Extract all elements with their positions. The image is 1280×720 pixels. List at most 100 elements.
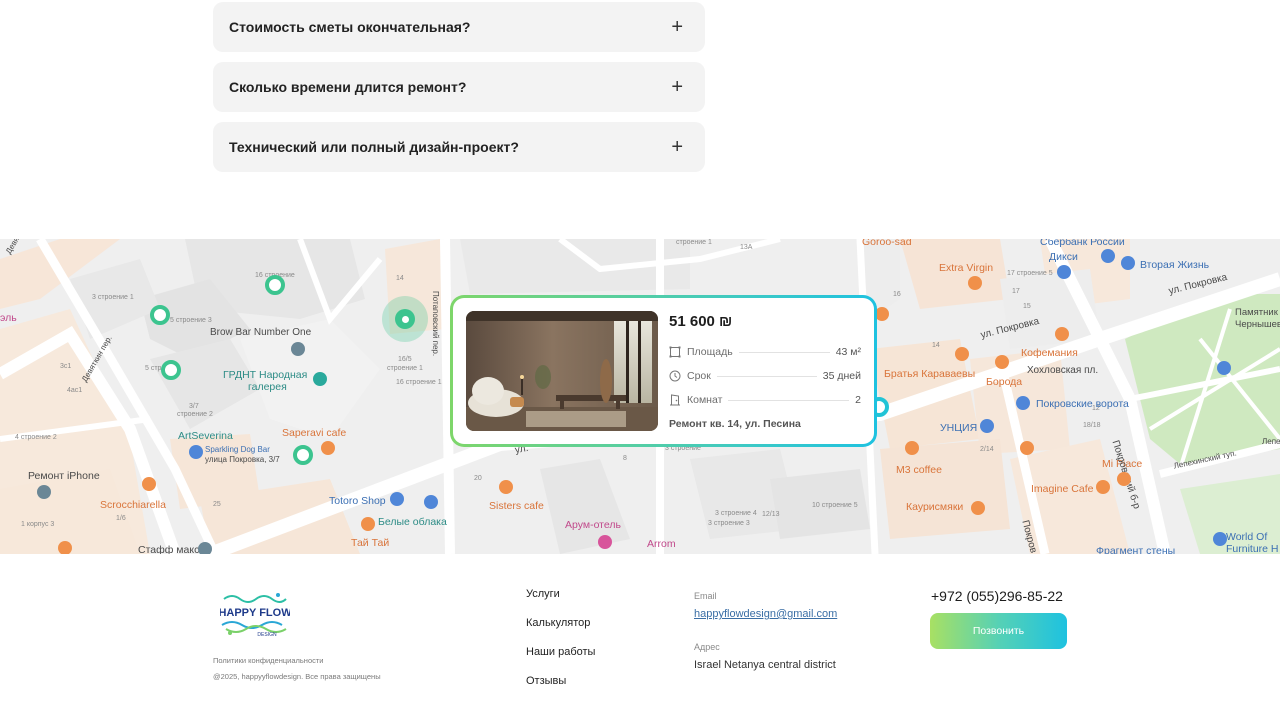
footer-nav: Услуги Калькулятор Наши работы Отзывы [526, 588, 595, 704]
map-building-number: 10 строение 5 [812, 502, 858, 509]
restaurant-icon[interactable] [995, 355, 1009, 369]
shop-icon[interactable] [198, 542, 212, 554]
interior-photo-illustration [466, 311, 658, 431]
gallery-icon[interactable] [313, 372, 327, 386]
listing-marker[interactable] [293, 445, 313, 465]
property-spec-row: Площадь 43 м² [669, 340, 861, 364]
restaurant-icon[interactable] [1020, 441, 1034, 455]
map-building-number: 3 строение 4 [715, 510, 757, 517]
map-building-number: 16/5 [398, 356, 412, 363]
map-building-number: 15 [1023, 303, 1031, 310]
spec-divider [738, 351, 830, 353]
restaurant-icon[interactable] [142, 477, 156, 491]
map-building-number: 13А [740, 244, 753, 251]
map-place-label: Братья Караваевы [884, 368, 976, 380]
spec-value: 43 м² [835, 346, 861, 358]
map-place-label: Furniture H [1226, 543, 1279, 554]
hotel-icon[interactable] [598, 535, 612, 549]
phone-link[interactable]: +972 (055)296-85-22 [931, 588, 1063, 604]
logo-subtext: DESIGN [257, 632, 277, 638]
footer-nav-link-reviews[interactable]: Отзывы [526, 675, 595, 704]
map-building-number: 17 [1012, 288, 1020, 295]
shop-icon[interactable] [1213, 532, 1227, 546]
map-place-label: Фрагмент стены [1096, 545, 1176, 554]
shop-icon[interactable] [980, 419, 994, 433]
property-card-content: 51 600 ₪ Площадь 43 м² Срок 35 дней Комн… [453, 298, 874, 444]
map-pin-icon[interactable] [189, 445, 203, 459]
happy-flow-logo[interactable]: HAPPY FLOW DESIGN [218, 589, 292, 639]
map-place-label: Арум-отель [565, 519, 621, 531]
map-place-label: Сбербанк России [1040, 239, 1125, 248]
map-place-label: Imagine Cafe [1031, 483, 1094, 495]
plus-icon[interactable]: + [671, 137, 683, 157]
restaurant-icon[interactable] [58, 541, 72, 554]
map-building-number: 1 корпус 3 [21, 521, 55, 528]
map-place-label: Goroo-sad [862, 239, 912, 248]
property-card[interactable]: 51 600 ₪ Площадь 43 м² Срок 35 дней Комн… [450, 295, 877, 447]
restaurant-icon[interactable] [875, 307, 889, 321]
plus-icon[interactable]: + [671, 77, 683, 97]
call-button[interactable]: Позвонить [930, 613, 1067, 649]
map-place-label: Sparkling Dog Bar [205, 445, 270, 454]
map-place-label: Extra Virgin [939, 262, 994, 274]
cafe-icon[interactable] [955, 347, 969, 361]
listing-marker[interactable] [265, 275, 285, 295]
restaurant-icon[interactable] [499, 480, 513, 494]
map-pin-icon[interactable] [37, 485, 51, 499]
faq-item[interactable]: Стоимость сметы окончательная? + [213, 2, 705, 52]
property-details: 51 600 ₪ Площадь 43 м² Срок 35 дней Комн… [658, 311, 861, 431]
spec-divider [716, 375, 817, 377]
address-text: Israel Netanya central district [694, 659, 836, 671]
map-building-number: 8 [623, 455, 627, 462]
shop-icon[interactable] [1121, 256, 1135, 270]
listing-marker[interactable] [150, 305, 170, 325]
email-link[interactable]: happyflowdesign@gmail.com [694, 608, 837, 620]
map-place-label: World Of [1226, 531, 1268, 543]
map-building-number: 5 строение 3 [170, 317, 212, 324]
map-place-label: M3 coffee [896, 464, 942, 476]
listing-marker[interactable] [161, 360, 181, 380]
map-building-number: 4 строение 2 [15, 434, 57, 441]
map-place-label: Totoro Shop [329, 495, 386, 507]
map-place-label: Борода [986, 376, 1023, 388]
restaurant-icon[interactable] [968, 276, 982, 290]
map-building-number: 14 [396, 275, 404, 282]
faq-question: Технический или полный дизайн-проект? [229, 139, 519, 155]
cafe-icon[interactable] [1096, 480, 1110, 494]
shop-icon[interactable] [1057, 265, 1071, 279]
shop-icon[interactable] [424, 495, 438, 509]
spec-label: Комнат [687, 394, 723, 406]
restaurant-icon[interactable] [1117, 472, 1131, 486]
restaurant-icon[interactable] [321, 441, 335, 455]
map-building-number: строение 1 [387, 365, 423, 372]
map-pin-icon[interactable] [291, 342, 305, 356]
footer-nav-link-works[interactable]: Наши работы [526, 646, 595, 675]
footer-nav-link-services[interactable]: Услуги [526, 588, 595, 617]
bank-icon[interactable] [1101, 249, 1115, 263]
cafe-icon[interactable] [905, 441, 919, 455]
email-label: Email [694, 591, 717, 601]
restaurant-icon[interactable] [361, 517, 375, 531]
map-place-label: Каурисмяки [906, 501, 964, 513]
map-place-label: ArtSeverina [178, 430, 233, 442]
map-building-number: 5 стр [145, 365, 162, 372]
plus-icon[interactable]: + [671, 17, 683, 37]
map-building-number: 2/14 [980, 446, 994, 453]
shop-icon[interactable] [390, 492, 404, 506]
map-place-label: Sisters cafe [489, 500, 544, 512]
selected-listing-marker[interactable] [382, 296, 428, 342]
cafe-icon[interactable] [1055, 327, 1069, 341]
monument-icon[interactable] [1217, 361, 1231, 375]
footer-nav-link-calculator[interactable]: Калькулятор [526, 617, 595, 646]
map-place-label: Чернышевском [1235, 319, 1280, 330]
shop-icon[interactable] [1016, 396, 1030, 410]
faq-item[interactable]: Сколько времени длится ремонт? + [213, 62, 705, 112]
restaurant-icon[interactable] [971, 501, 985, 515]
logo-text: HAPPY FLOW [220, 607, 290, 619]
faq-item[interactable]: Технический или полный дизайн-проект? + [213, 122, 705, 172]
property-photo[interactable] [466, 311, 658, 431]
area-icon [669, 346, 681, 358]
map-place-label: ГРДНТ Народная [223, 369, 308, 381]
privacy-policy-link[interactable]: Политики конфиденциальности [213, 656, 324, 665]
map-place-label: эль [0, 312, 17, 324]
